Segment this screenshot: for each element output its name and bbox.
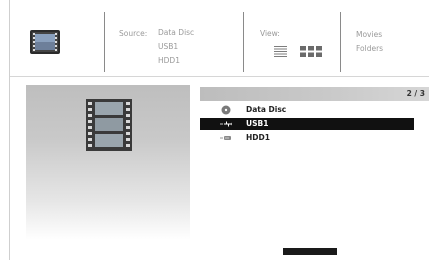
- list-item-label: HDD1: [246, 133, 270, 142]
- preview-panel: [26, 85, 190, 240]
- page-indicator: 2 / 3: [406, 89, 425, 98]
- disc-icon: [221, 105, 231, 115]
- list-item-hdd1[interactable]: HDD1: [200, 132, 414, 144]
- header-divider-3: [340, 12, 341, 72]
- source-option-usb1[interactable]: USB1: [158, 41, 178, 53]
- scroll-indicator[interactable]: [283, 248, 337, 260]
- list-item-data-disc[interactable]: Data Disc: [200, 104, 414, 116]
- header-divider-1: [104, 12, 105, 72]
- source-label: Source:: [119, 29, 148, 38]
- hdd-icon: [220, 136, 231, 140]
- film-strip-icon: [86, 99, 132, 151]
- list-header-bar: 2 / 3: [200, 87, 429, 101]
- view-label: View:: [260, 29, 280, 38]
- list-item-usb1[interactable]: USB1: [200, 118, 414, 130]
- usb-icon: [220, 121, 232, 127]
- source-option-data-disc[interactable]: Data Disc: [158, 27, 194, 39]
- list-view-icon[interactable]: [274, 46, 287, 57]
- filter-movies[interactable]: Movies: [356, 29, 382, 41]
- list-item-label: USB1: [246, 119, 269, 128]
- film-card-icon: [30, 30, 60, 54]
- list-item-label: Data Disc: [246, 105, 287, 114]
- grid-view-icon[interactable]: [300, 46, 322, 57]
- filter-folders[interactable]: Folders: [356, 43, 383, 55]
- header-divider-2: [243, 12, 244, 72]
- scroll-arrows-icon: [304, 257, 320, 260]
- header-divider: [10, 76, 429, 77]
- source-option-hdd1[interactable]: HDD1: [158, 55, 180, 67]
